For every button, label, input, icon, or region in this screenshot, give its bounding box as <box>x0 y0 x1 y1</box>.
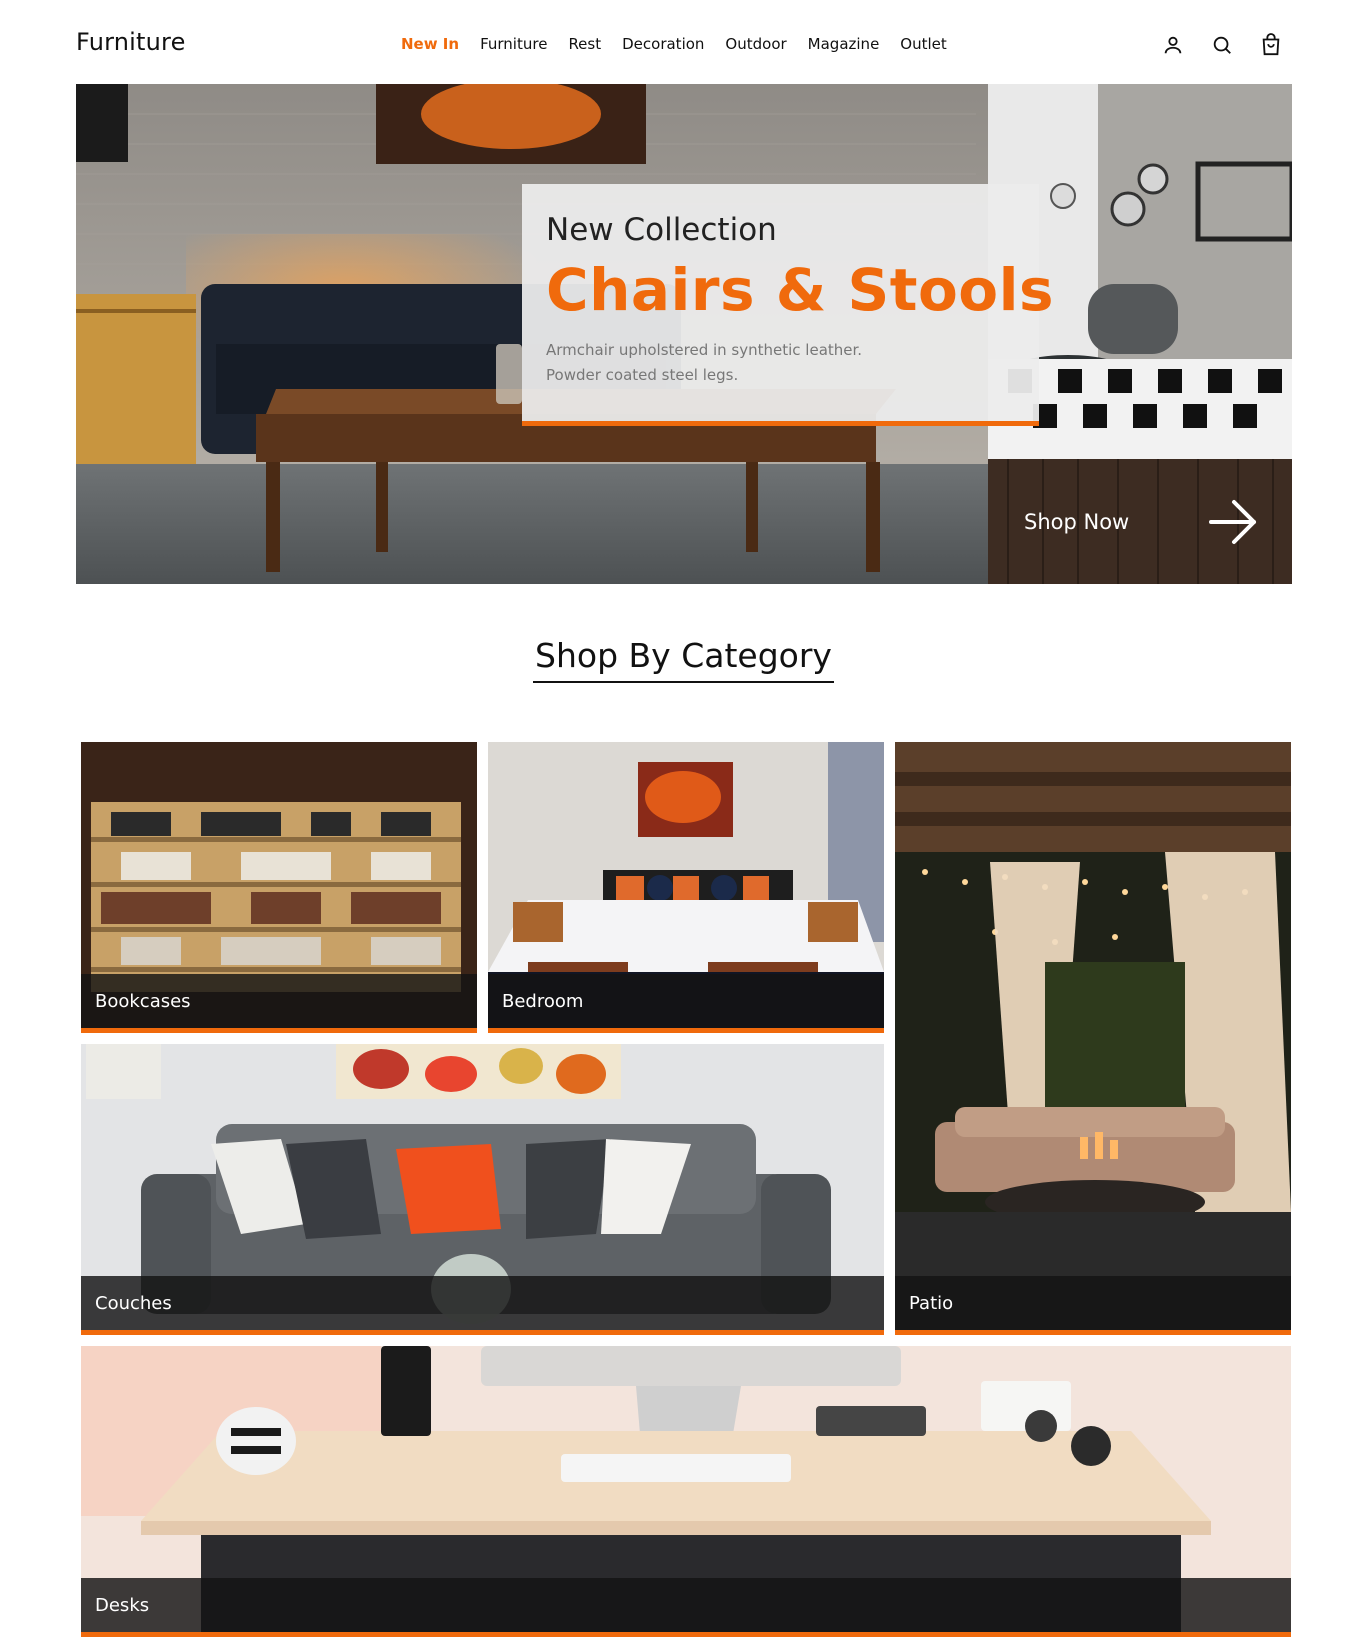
tile-caption-bar: Bookcases <box>81 974 477 1028</box>
patio-image <box>895 742 1291 1330</box>
category-tile-couches[interactable]: Couches <box>81 1044 884 1335</box>
hero-subtitle: New Collection <box>546 212 777 248</box>
shop-by-category-heading: Shop By Category <box>533 636 834 683</box>
tile-label-bedroom: Bedroom <box>502 990 584 1012</box>
user-icon[interactable] <box>1158 32 1187 58</box>
category-tile-desks[interactable]: Desks <box>81 1346 1291 1637</box>
arrow-right-icon <box>1209 500 1256 544</box>
hero-banner: New Collection Chairs & Stools Armchair … <box>76 84 1292 584</box>
tile-caption-bar: Couches <box>81 1276 884 1330</box>
nav-item-decoration[interactable]: Decoration <box>622 35 704 53</box>
search-icon[interactable] <box>1207 32 1236 58</box>
nav-item-outdoor[interactable]: Outdoor <box>725 35 786 53</box>
nav-item-furniture[interactable]: Furniture <box>480 35 547 53</box>
nav-item-new-in[interactable]: New In <box>401 35 459 53</box>
hero-title: Chairs & Stools <box>546 256 1055 324</box>
main-nav: New In Furniture Rest Decoration Outdoor… <box>401 35 947 53</box>
category-tile-patio[interactable]: Patio <box>895 742 1291 1335</box>
category-tile-bookcases[interactable]: Bookcases <box>81 742 477 1033</box>
tile-caption-bar: Desks <box>81 1578 1291 1632</box>
tile-label-desks: Desks <box>95 1594 150 1616</box>
nav-item-rest[interactable]: Rest <box>568 35 601 53</box>
tile-label-bookcases: Bookcases <box>95 990 191 1012</box>
site-header: Furniture New In Furniture Rest Decorati… <box>0 0 1366 84</box>
tile-caption-bar: Bedroom <box>488 974 884 1028</box>
header-actions <box>1158 32 1285 58</box>
tile-caption-bar: Patio <box>895 1276 1291 1330</box>
nav-item-magazine[interactable]: Magazine <box>808 35 880 53</box>
site-logo[interactable]: Furniture <box>76 28 186 56</box>
shop-now-button[interactable]: Shop Now <box>988 459 1292 584</box>
tile-label-couches: Couches <box>95 1292 172 1314</box>
category-tile-bedroom[interactable]: Bedroom <box>488 742 884 1033</box>
hero-promo-card: New Collection Chairs & Stools Armchair … <box>522 184 1055 426</box>
tile-label-patio: Patio <box>909 1292 954 1314</box>
cart-icon[interactable] <box>1256 32 1285 58</box>
shop-now-label: Shop Now <box>1024 509 1130 534</box>
hero-description: Armchair upholstered in synthetic leathe… <box>546 341 863 384</box>
nav-item-outlet[interactable]: Outlet <box>900 35 946 53</box>
